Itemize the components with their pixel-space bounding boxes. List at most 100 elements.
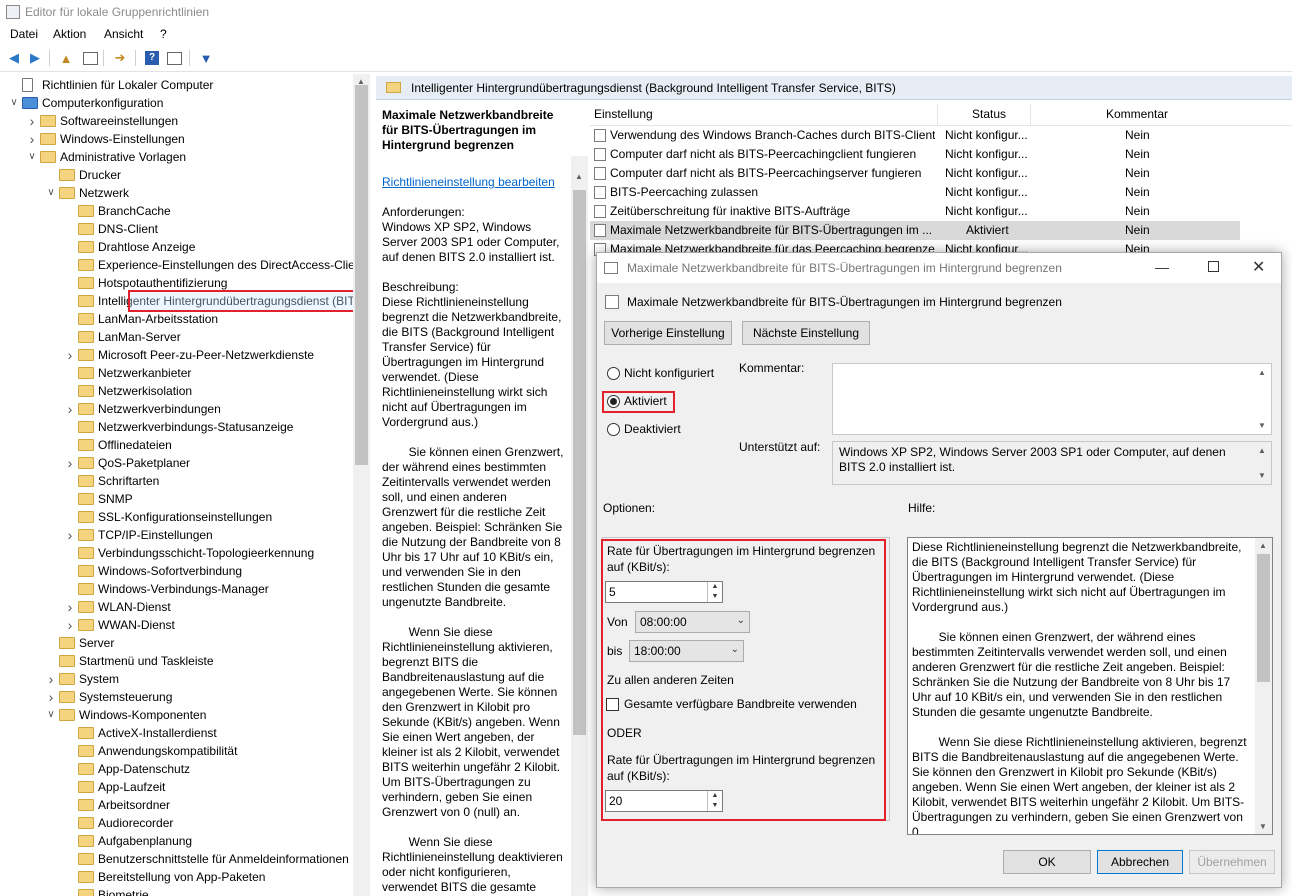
chevron-right-icon[interactable]: ›: [64, 454, 76, 472]
help-icon[interactable]: ?: [143, 49, 161, 67]
folder-icon: [78, 781, 94, 793]
policy-row[interactable]: Zeitüberschreitung für inaktive BITS-Auf…: [590, 202, 1240, 221]
spin-up-icon[interactable]: ▲: [708, 582, 722, 592]
tree-item-label: LanMan-Server: [98, 330, 181, 344]
folder-icon: [59, 673, 75, 685]
tree-item-label: Biometrie: [98, 888, 149, 896]
policy-row[interactable]: Maximale Netzwerkbandbreite für BITS-Übe…: [590, 221, 1240, 240]
folder-icon: [78, 871, 94, 883]
dialog-title: Maximale Netzwerkbandbreite für BITS-Übe…: [627, 261, 1062, 275]
policy-row[interactable]: Computer darf nicht als BITS-Peercaching…: [590, 164, 1240, 183]
chevron-right-icon[interactable]: ›: [26, 130, 38, 148]
chevron-right-icon[interactable]: ›: [45, 670, 57, 688]
desc-body: Anforderungen: Windows XP SP2, Windows S…: [382, 205, 565, 896]
folder-icon: [78, 349, 94, 361]
folder-icon: [78, 421, 94, 433]
back-icon[interactable]: ◀: [5, 49, 23, 67]
filter-icon[interactable]: ▼: [197, 49, 215, 67]
folder-icon: [59, 637, 75, 649]
close-icon[interactable]: ✕: [1252, 257, 1265, 277]
tree-item-label: Windows-Verbindungs-Manager: [98, 582, 269, 596]
chevron-down-icon[interactable]: ∨: [45, 184, 57, 202]
spinner-arrows[interactable]: ▲ ▼: [707, 791, 722, 811]
properties-icon[interactable]: [165, 49, 183, 67]
supported-text: Windows XP SP2, Windows Server 2003 SP1 …: [832, 441, 1272, 485]
policy-row[interactable]: Computer darf nicht als BITS-Peercaching…: [590, 145, 1240, 164]
menu-aktion[interactable]: Aktion: [53, 27, 86, 41]
radio-not-configured[interactable]: [607, 367, 620, 380]
policy-status: Nicht konfigur...: [945, 147, 1028, 161]
tree-item-label: Systemsteuerung: [79, 690, 173, 704]
supported-value: Windows XP SP2, Windows Server 2003 SP1 …: [839, 445, 1226, 474]
tree-scrollbar-thumb[interactable]: [355, 85, 368, 465]
spinner-arrows[interactable]: ▲ ▼: [707, 582, 722, 602]
folder-icon: [78, 457, 94, 469]
col-comment[interactable]: Kommentar: [1106, 107, 1168, 121]
apply-button[interactable]: Übernehmen: [1189, 850, 1275, 874]
policy-row[interactable]: BITS-Peercaching zulassen Nicht konfigur.…: [590, 183, 1240, 202]
folder-icon: [386, 82, 401, 93]
folder-icon: [78, 727, 94, 739]
help-scrollbar[interactable]: [1255, 538, 1272, 834]
chevron-right-icon[interactable]: ›: [64, 616, 76, 634]
help-scrollbar-thumb[interactable]: [1257, 554, 1270, 682]
chevron-right-icon[interactable]: ›: [64, 526, 76, 544]
next-setting-button[interactable]: Nächste Einstellung: [742, 321, 870, 345]
supported-scroll-down-icon[interactable]: ▼: [1258, 471, 1266, 480]
forward-icon[interactable]: ▶: [26, 49, 44, 67]
up-folder-icon[interactable]: ▲: [57, 49, 75, 67]
tree-item-label: Netzwerkanbieter: [98, 366, 192, 380]
folder-icon: [78, 619, 94, 631]
tree-scroll-up-icon[interactable]: ▲: [357, 77, 365, 86]
show-hide-tree-icon[interactable]: [81, 49, 99, 67]
chevron-down-icon[interactable]: ∨: [45, 706, 57, 724]
cancel-button[interactable]: Abbrechen: [1097, 850, 1183, 874]
from-time-select[interactable]: 08:00:00 ⌄: [635, 611, 750, 633]
minimize-icon[interactable]: —: [1155, 259, 1169, 275]
chevron-down-icon[interactable]: ∨: [8, 94, 20, 112]
help-scroll-down-icon[interactable]: ▼: [1259, 822, 1267, 831]
comment-scroll-up-icon[interactable]: ▲: [1258, 368, 1266, 377]
policy-row[interactable]: Verwendung des Windows Branch-Caches dur…: [590, 126, 1240, 145]
previous-setting-button[interactable]: Vorherige Einstellung: [604, 321, 732, 345]
tree-item-label: System: [79, 672, 120, 686]
chevron-right-icon[interactable]: ›: [64, 598, 76, 616]
maximize-icon[interactable]: [1208, 261, 1219, 272]
radio-disabled[interactable]: [607, 423, 620, 436]
tree-item-label: BranchCache: [98, 204, 171, 218]
menu-datei[interactable]: Datei: [10, 27, 38, 41]
folder-icon: [78, 745, 94, 757]
col-setting[interactable]: Einstellung: [594, 107, 653, 121]
spin-up-icon[interactable]: ▲: [708, 791, 722, 801]
help-scroll-up-icon[interactable]: ▲: [1259, 541, 1267, 550]
policy-name: Maximale Netzwerkbandbreite für BITS-Übe…: [610, 223, 933, 237]
desc-scrollbar-thumb[interactable]: [573, 190, 586, 735]
tree-item-label: Computerkonfiguration: [42, 96, 164, 110]
spin-down-icon[interactable]: ▼: [708, 801, 722, 811]
menu-ansicht[interactable]: Ansicht: [104, 27, 143, 41]
folder-icon: [78, 313, 94, 325]
export-list-icon[interactable]: ➜: [111, 49, 129, 67]
rate-spinner[interactable]: 5 ▲ ▼: [605, 581, 723, 603]
chevron-right-icon[interactable]: ›: [45, 688, 57, 706]
policy-setting-icon: [594, 129, 606, 142]
tree-item-label: Arbeitsordner: [98, 798, 171, 812]
edit-policy-link[interactable]: Richtlinieneinstellung bearbeiten: [382, 175, 565, 190]
supported-scroll-up-icon[interactable]: ▲: [1258, 446, 1266, 455]
policy-status: Nicht konfigur...: [945, 166, 1028, 180]
comment-scroll-down-icon[interactable]: ▼: [1258, 421, 1266, 430]
spin-down-icon[interactable]: ▼: [708, 592, 722, 602]
desc-scroll-up-icon[interactable]: ▲: [575, 172, 583, 181]
chevron-right-icon[interactable]: ›: [26, 112, 38, 130]
comment-textarea[interactable]: [832, 363, 1272, 435]
chevron-down-icon[interactable]: ∨: [26, 148, 38, 166]
menu-help[interactable]: ?: [160, 27, 167, 41]
right-pane-title: Intelligenter Hintergrundübertragungsdie…: [411, 81, 896, 95]
chevron-right-icon[interactable]: ›: [64, 400, 76, 418]
use-all-bandwidth-checkbox[interactable]: [606, 698, 619, 711]
rate2-spinner[interactable]: 20 ▲ ▼: [605, 790, 723, 812]
col-status[interactable]: Status: [972, 107, 1006, 121]
to-time-select[interactable]: 18:00:00 ⌄: [629, 640, 744, 662]
chevron-right-icon[interactable]: ›: [64, 346, 76, 364]
ok-button[interactable]: OK: [1003, 850, 1091, 874]
